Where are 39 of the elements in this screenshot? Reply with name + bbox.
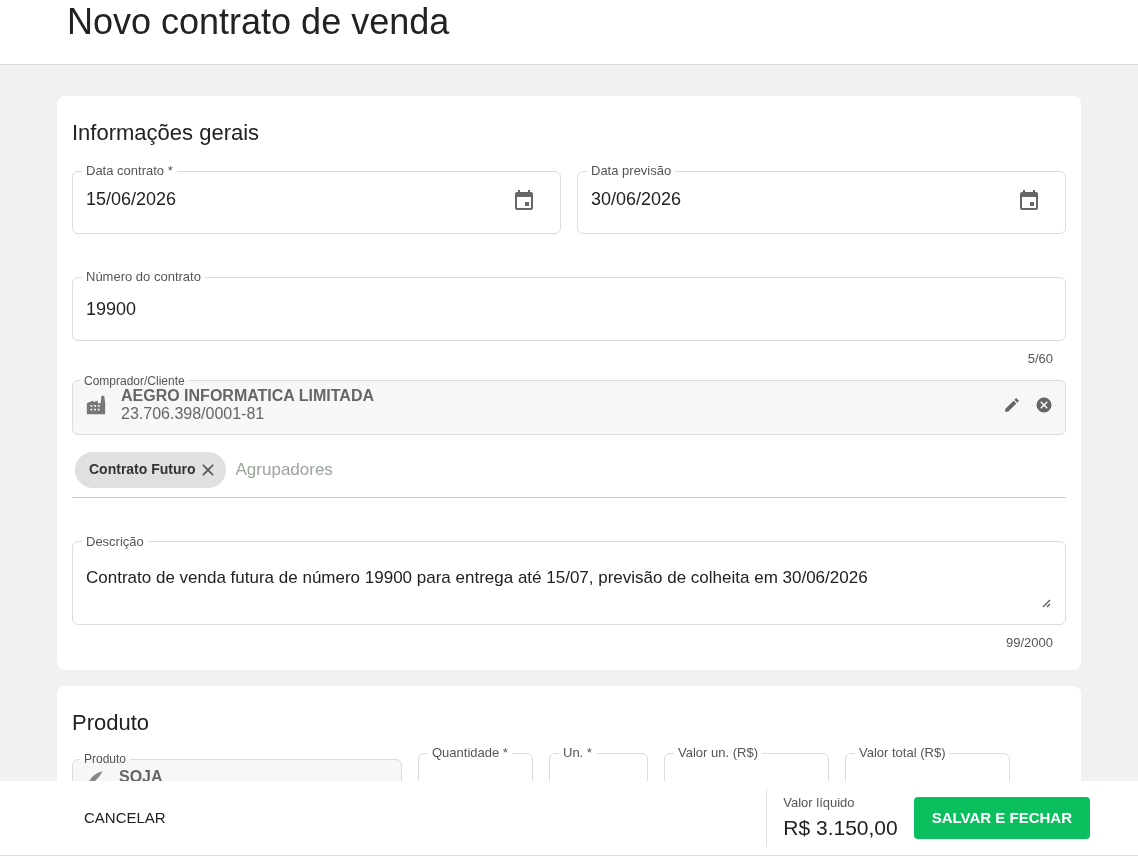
resize-handle-icon[interactable] — [1041, 597, 1051, 608]
character-counter: 99/2000 — [1006, 633, 1053, 652]
net-value: R$ 3.150,00 — [783, 815, 898, 841]
number-field[interactable]: Valor total (R$) — [845, 745, 1010, 781]
calendar-icon[interactable] — [1017, 187, 1041, 212]
character-counter: 5/60 — [1027, 350, 1053, 368]
field-label: Data contrato * — [85, 163, 174, 179]
field-label: Data previsão — [590, 163, 673, 179]
calendar-icon[interactable] — [512, 187, 536, 212]
field-label: Valor un. (R$) — [677, 745, 759, 761]
buyer-document: 23.706.398/0001-81 — [121, 404, 266, 423]
factory-icon — [85, 393, 107, 416]
field-value: 15/06/2026 — [86, 188, 177, 211]
clear-icon[interactable] — [1035, 395, 1053, 414]
groupers-input[interactable]: Agrupadores — [235, 456, 1066, 483]
cancel-button[interactable]: CANCELAR — [72, 798, 178, 838]
number-field[interactable]: Un. * — [549, 745, 648, 781]
date-field[interactable]: Data previsão 30/06/2026 — [577, 163, 1066, 234]
field-label: Un. * — [562, 745, 593, 761]
number-field[interactable]: Valor un. (R$) — [664, 745, 829, 781]
section-title: Informações gerais — [72, 119, 261, 147]
field-value: Contrato de venda futura de número 19900 para entrega até 15/07, previsão de colheita em 30/06/2026 — [86, 567, 868, 587]
edit-icon[interactable] — [1003, 395, 1021, 414]
number-field[interactable]: Quantidade * — [418, 745, 533, 781]
tag-chip[interactable]: Contrato Futuro — [75, 451, 226, 488]
section-title: Produto — [72, 709, 151, 737]
field-value: 19900 — [86, 299, 137, 319]
field-label: Descrição — [85, 533, 145, 550]
contract-number-field[interactable]: Número do contrato 19900 — [72, 269, 1066, 341]
field-label: Comprador/Cliente — [83, 372, 186, 389]
net-value-label: Valor líquido — [783, 793, 856, 812]
page-title: Novo contrato de venda — [67, 4, 450, 40]
field-label: Produto — [83, 751, 128, 767]
field-label: Quantidade * — [431, 745, 509, 761]
field-label: Valor total (R$) — [858, 745, 947, 761]
field-label: Número do contrato — [85, 269, 202, 285]
field-value: 30/06/2026 — [591, 188, 682, 211]
date-field[interactable]: Data contrato * 15/06/2026 — [72, 163, 561, 234]
buyer-name: AEGRO INFORMATICA LIMITADA — [121, 386, 375, 405]
